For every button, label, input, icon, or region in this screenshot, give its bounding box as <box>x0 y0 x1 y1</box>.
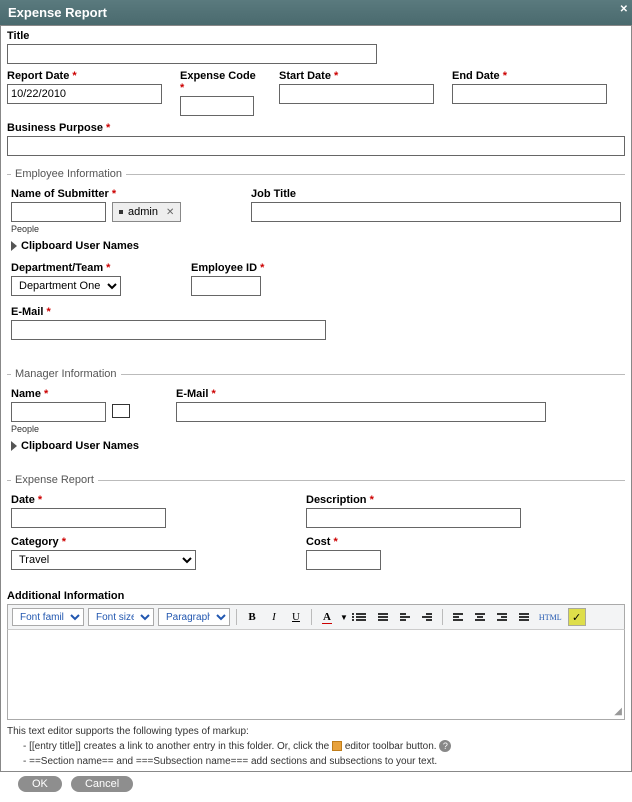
employee-info-fieldset: Employee Information Name of Submitter *… <box>7 168 625 356</box>
mgr-email-input[interactable] <box>176 402 546 422</box>
indent-icon[interactable] <box>418 608 436 626</box>
job-title-input[interactable] <box>251 202 621 222</box>
cancel-button[interactable]: Cancel <box>71 776 133 792</box>
expense-code-label: Expense Code * <box>180 70 261 94</box>
employee-info-legend: Employee Information <box>11 168 126 180</box>
editor-toolbar: Font family Font size Paragraph B I U A … <box>7 604 625 630</box>
align-right-icon[interactable] <box>493 608 511 626</box>
exp-cost-input[interactable] <box>306 550 381 570</box>
dialog-header: Expense Report ✕ <box>0 0 632 25</box>
submitter-name-input[interactable] <box>11 202 106 222</box>
business-purpose-input[interactable] <box>7 136 625 156</box>
title-input[interactable] <box>7 44 377 64</box>
toolbar-separator <box>311 609 312 625</box>
mgr-clipboard-users-label: Clipboard User Names <box>21 440 139 452</box>
align-center-icon[interactable] <box>471 608 489 626</box>
underline-icon[interactable]: U <box>287 608 305 626</box>
department-label: Department/Team * <box>11 262 121 274</box>
exp-desc-input[interactable] <box>306 508 521 528</box>
end-date-input[interactable] <box>452 84 607 104</box>
outdent-icon[interactable] <box>396 608 414 626</box>
chevron-right-icon <box>11 241 17 251</box>
report-date-input[interactable] <box>7 84 162 104</box>
start-date-label: Start Date * <box>279 70 434 82</box>
title-label: Title <box>7 30 625 42</box>
business-purpose-label: Business Purpose * <box>7 122 625 134</box>
help-line-2: - ==Section name== and ===Subsection nam… <box>7 754 625 769</box>
people-hint: People <box>11 224 211 234</box>
close-icon[interactable]: ✕ <box>620 4 628 15</box>
report-date-label: Report Date * <box>7 70 162 82</box>
form-body: Title Report Date * Expense Code * Start… <box>0 25 632 772</box>
italic-icon[interactable]: I <box>265 608 283 626</box>
emp-email-label: E-Mail * <box>11 306 621 318</box>
editor-textarea[interactable]: ◢ <box>7 630 625 720</box>
dialog-title: Expense Report <box>8 5 107 20</box>
clipboard-users-toggle[interactable]: Clipboard User Names <box>11 240 211 252</box>
ok-button[interactable]: OK <box>18 776 62 792</box>
expense-code-input[interactable] <box>180 96 254 116</box>
exp-cat-select[interactable]: Travel <box>11 550 196 570</box>
exp-date-input[interactable] <box>11 508 166 528</box>
end-date-label: End Date * <box>452 70 607 82</box>
expand-toolbar-icon[interactable]: ✓ <box>568 608 586 626</box>
manager-info-fieldset: Manager Information Name * People Clipbo… <box>7 368 625 462</box>
user-chip-label: admin <box>128 206 158 218</box>
align-justify-icon[interactable] <box>515 608 533 626</box>
mgr-clipboard-users-toggle[interactable]: Clipboard User Names <box>11 440 156 452</box>
help-intro: This text editor supports the following … <box>7 724 625 739</box>
job-title-label: Job Title <box>251 188 621 200</box>
chevron-right-icon <box>11 441 17 451</box>
help-line-1: - [[entry title]] creates a link to anot… <box>7 739 625 754</box>
expense-report-legend: Expense Report <box>11 474 98 486</box>
employee-id-input[interactable] <box>191 276 261 296</box>
number-list-icon[interactable] <box>374 608 392 626</box>
department-select[interactable]: Department One <box>11 276 121 296</box>
emp-email-input[interactable] <box>11 320 326 340</box>
align-left-icon[interactable] <box>449 608 467 626</box>
additional-info-label: Additional Information <box>7 586 625 602</box>
bold-icon[interactable]: B <box>243 608 261 626</box>
employee-id-label: Employee ID * <box>191 262 264 274</box>
remove-chip-icon[interactable]: ✕ <box>166 207 174 218</box>
start-date-input[interactable] <box>279 84 434 104</box>
editor-help-text: This text editor supports the following … <box>7 724 625 769</box>
format-select[interactable]: Paragraph <box>158 608 230 626</box>
user-chip-admin: admin ✕ <box>112 202 181 222</box>
exp-cost-label: Cost * <box>306 536 381 548</box>
html-mode-button[interactable]: HTML <box>537 608 564 626</box>
exp-date-label: Date * <box>11 494 166 506</box>
clipboard-users-label: Clipboard User Names <box>21 240 139 252</box>
font-size-select[interactable]: Font size <box>88 608 154 626</box>
resize-handle-icon[interactable]: ◢ <box>614 706 622 717</box>
mgr-name-input[interactable] <box>11 402 106 422</box>
button-row: OK Cancel <box>0 772 632 798</box>
bullet-icon <box>119 210 123 214</box>
exp-cat-label: Category * <box>11 536 196 548</box>
mgr-email-label: E-Mail * <box>176 388 621 400</box>
help-icon[interactable]: ? <box>439 740 451 752</box>
font-family-select[interactable]: Font family <box>12 608 84 626</box>
expense-report-fieldset: Expense Report Date * Description * Cate… <box>7 474 625 580</box>
people-picker-icon[interactable] <box>112 404 130 418</box>
text-color-icon[interactable]: A <box>318 608 336 626</box>
mgr-name-label: Name * <box>11 388 156 400</box>
toolbar-separator <box>442 609 443 625</box>
submitter-name-label: Name of Submitter * <box>11 188 211 200</box>
toolbar-separator <box>236 609 237 625</box>
exp-desc-label: Description * <box>306 494 521 506</box>
bullet-list-icon[interactable] <box>352 608 370 626</box>
manager-info-legend: Manager Information <box>11 368 121 380</box>
mgr-people-hint: People <box>11 424 156 434</box>
text-color-dropdown-icon[interactable]: ▼ <box>340 613 348 622</box>
box-icon <box>332 741 342 751</box>
